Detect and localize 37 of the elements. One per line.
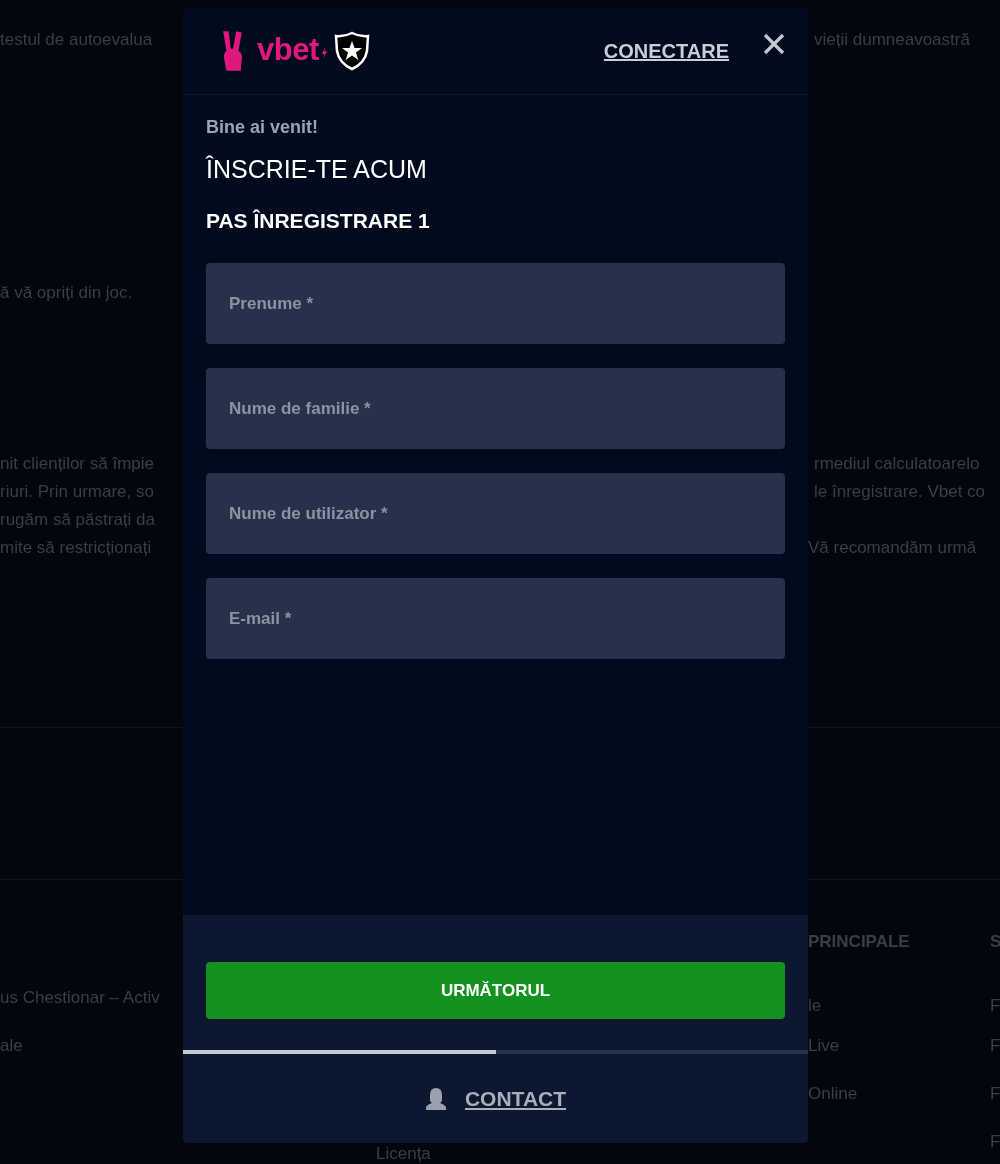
page-text: rmediul calculatoarelo [813,453,981,475]
footer-link[interactable]: F [990,992,1000,1012]
contact-link[interactable]: CONTACT [464,1086,567,1111]
input-field[interactable]: Nume de utilizator * [206,473,785,554]
greeting: Bine ai venit! [206,116,320,139]
footer-link[interactable]: F [990,1080,1000,1108]
page-text: testul de autoevalua [0,29,154,51]
footer-link[interactable]: F [990,1128,1000,1156]
footer-heading: PRINCIPALE [808,931,911,953]
lightning-icon [320,46,328,60]
brand-logo: vbet [257,33,319,65]
footer-link[interactable]: us Chestionar – Activ [0,984,183,1012]
dialog-title: ÎNSCRIE-TE ACUM [206,154,428,184]
login-link[interactable]: CONECTARE [603,39,729,63]
footer-heading: S [990,931,1000,953]
page-text: le înregistrare. Vbet co [813,481,987,503]
input-field[interactable]: Nume de familie * [206,368,785,449]
input-field[interactable]: Prenume * [206,263,785,344]
footer-link[interactable]: ale [0,1032,183,1060]
hand-icon [221,28,245,74]
page-text: rugăm să păstrați da [0,509,156,531]
footer-link[interactable]: Online [808,1080,990,1108]
close-icon[interactable] [763,33,785,55]
step-label: PAS ÎNREGISTRARE 1 [206,208,431,234]
page-text: nit clienților să împie [0,453,155,475]
page-text: vieții dumneavoastră [813,29,971,51]
next-button[interactable]: URMĂTORUL [206,962,785,1019]
page-text: mite să restricționați [0,537,153,559]
input-field[interactable]: E-mail * [206,578,785,659]
person-icon [424,1086,447,1111]
footer-link[interactable]: Live [808,1032,990,1060]
footer-link[interactable]: le [808,992,990,1012]
page-text: riuri. Prin urmare, so [0,481,155,503]
shield-star-icon [333,31,370,71]
page-text: ă vă opriți din joc. [0,282,134,304]
page-text: Vă recomandăm urmă [808,537,978,559]
footer-link[interactable]: F [990,1032,1000,1060]
